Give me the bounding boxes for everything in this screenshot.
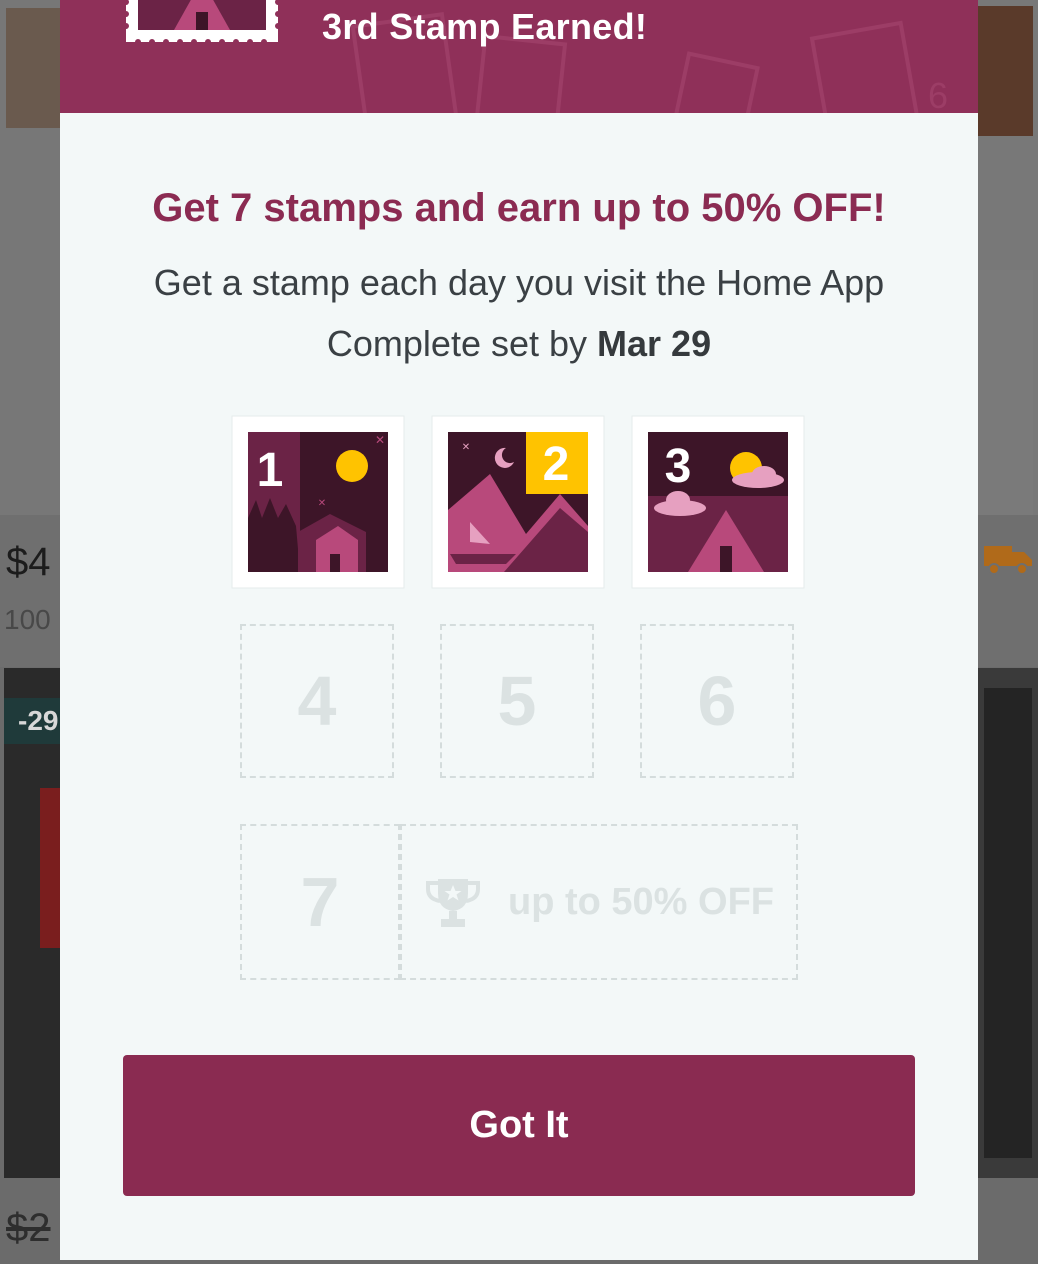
product-info-left <box>0 515 60 667</box>
empty-stamp-slot-6: 6 <box>640 624 794 778</box>
stamp-number: 2 <box>543 438 570 491</box>
deadline-prefix: Complete set by <box>326 323 588 364</box>
empty-stamp-slot-4: 4 <box>240 624 394 778</box>
product-image <box>978 6 1033 136</box>
original-price: $2 <box>6 1206 51 1250</box>
empty-stamp-slot-5: 5 <box>440 624 594 778</box>
promo-description: Get a stamp each day you visit the Home … <box>153 262 885 303</box>
header-stamp-icon <box>124 0 280 44</box>
product-price: $4 <box>6 540 51 584</box>
earned-stamp-2: ✕ 2 <box>431 415 605 589</box>
product-card-right <box>978 0 1038 515</box>
stamp-number: 1 <box>257 444 284 497</box>
product-image <box>978 270 1033 515</box>
discount-badge: -29 <box>4 698 60 744</box>
svg-text:6: 6 <box>928 75 948 113</box>
deadline-date: Mar 29 <box>597 323 712 364</box>
header-title: 3rd Stamp Earned! <box>322 6 648 47</box>
deadline-text: Complete set by Mar 29 <box>60 323 978 365</box>
product-image <box>4 668 60 1178</box>
truck-icon <box>984 546 1032 575</box>
promo-headline: Get 7 stamps and earn up to 50% OFF! <box>152 186 886 230</box>
empty-stamp-slot-7: 7 <box>240 824 400 980</box>
got-it-button[interactable]: Got It <box>123 1055 915 1196</box>
product-card-left <box>0 0 60 515</box>
sold-count: 100 <box>4 604 51 635</box>
shoe-rack <box>984 688 1032 1158</box>
product-image <box>6 8 60 128</box>
earned-stamp-1: ✕ ✕ 1 <box>231 415 405 589</box>
trophy-icon <box>426 879 480 927</box>
svg-text:✕: ✕ <box>375 433 385 447</box>
santa-decoration <box>40 788 60 948</box>
stamp-number: 3 <box>665 440 692 493</box>
svg-text:✕: ✕ <box>462 442 470 453</box>
svg-text:✕: ✕ <box>318 498 326 509</box>
reward-slot: up to 50% OFF <box>400 824 798 980</box>
earned-stamp-3: 3 <box>631 415 805 589</box>
reward-label: up to 50% OFF <box>508 880 774 923</box>
product-image <box>978 668 1038 1178</box>
stamp-reward-modal: 6 3rd Stamp Earned! Get 7 stamps and ear… <box>60 0 978 1260</box>
modal-header: 6 3rd Stamp Earned! <box>60 0 978 113</box>
